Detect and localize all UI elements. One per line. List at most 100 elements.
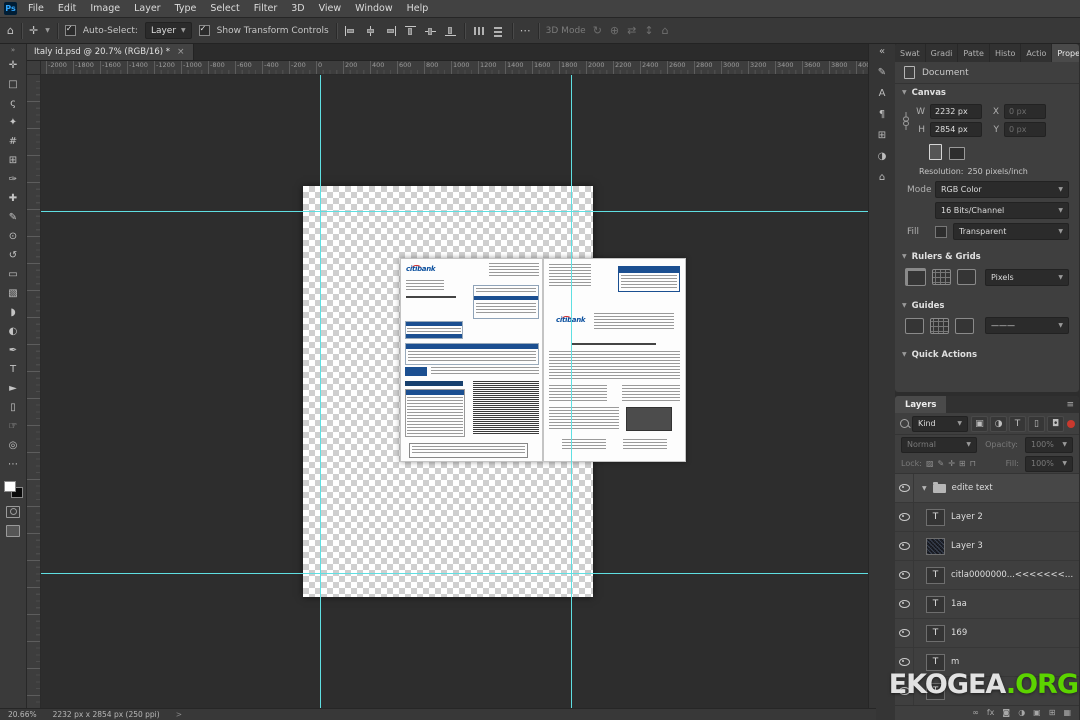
visibility-toggle[interactable]: [895, 532, 914, 560]
tab-layers[interactable]: Layers: [895, 396, 947, 413]
layer-row[interactable]: T Layer 2: [895, 503, 1079, 532]
type-layer-filter-icon[interactable]: T: [1009, 415, 1026, 432]
layer-row[interactable]: T 1aa: [895, 590, 1079, 619]
layer-mask-icon[interactable]: ◙: [1002, 709, 1010, 717]
canvas-section-header[interactable]: ▼ Canvas: [895, 84, 1079, 101]
foreground-color-swatch[interactable]: [3, 481, 16, 492]
character-panel-icon[interactable]: A: [879, 89, 886, 99]
3d-pan-icon[interactable]: ⇄: [627, 25, 636, 36]
group-expand-icon[interactable]: ▼: [922, 485, 927, 492]
horizontal-ruler[interactable]: -2000 -1800 -1600 -1400 -1200 -1000 -800 -600 -4…: [26, 60, 868, 75]
lasso-tool[interactable]: ς: [1, 94, 25, 113]
menu-item[interactable]: View: [312, 3, 349, 14]
glyphs-panel-icon[interactable]: ⊞: [878, 131, 886, 141]
layer-effects-icon[interactable]: fx: [987, 709, 995, 717]
guide-vertical-right[interactable]: [571, 74, 572, 709]
x-field[interactable]: 0 px: [1004, 104, 1046, 119]
move-tool-preset-icon[interactable]: ✛: [29, 25, 38, 36]
lock-pixels-icon[interactable]: ✎: [938, 459, 945, 468]
guide-vertical-left[interactable]: [320, 74, 321, 709]
guide-horizontal-top[interactable]: [40, 211, 868, 212]
gradient-tool[interactable]: ▧: [1, 284, 25, 303]
brushes-panel-icon[interactable]: ✎: [878, 68, 886, 78]
adjustments-panel-icon[interactable]: ◑: [878, 152, 887, 162]
landscape-orientation-icon[interactable]: [949, 147, 965, 160]
filter-kind-select[interactable]: Kind ▼: [912, 415, 968, 432]
zoom-level[interactable]: 20.66%: [8, 710, 37, 719]
brush-tool[interactable]: ✎: [1, 208, 25, 227]
zoom-tool[interactable]: ◎: [1, 436, 25, 455]
hand-tool[interactable]: ☞: [1, 417, 25, 436]
visibility-toggle[interactable]: [895, 474, 914, 502]
menu-item[interactable]: File: [21, 3, 51, 14]
new-group-icon[interactable]: ▣: [1033, 709, 1041, 717]
guides-section-header[interactable]: ▼ Guides: [895, 297, 1079, 314]
eraser-tool[interactable]: ▭: [1, 265, 25, 284]
screen-mode-icon[interactable]: [6, 525, 20, 537]
document-tab[interactable]: Italy id.psd @ 20.7% (RGB/16) * ×: [26, 43, 194, 60]
status-options-chevron-icon[interactable]: >: [176, 710, 182, 719]
dodge-tool[interactable]: ◐: [1, 322, 25, 341]
portrait-orientation-icon[interactable]: [929, 144, 942, 160]
menu-item[interactable]: Layer: [127, 3, 168, 14]
layer-row[interactable]: Layer 3: [895, 532, 1079, 561]
toggle-guides-icon[interactable]: [905, 317, 924, 334]
align-options-more-icon[interactable]: ⋯: [520, 25, 531, 36]
crop-tool[interactable]: #: [1, 132, 25, 151]
adjustment-layer-icon[interactable]: ◑: [1018, 709, 1025, 717]
show-transform-checkbox[interactable]: [198, 24, 210, 36]
new-layer-icon[interactable]: ⊞: [1049, 709, 1056, 717]
visibility-toggle[interactable]: [895, 590, 914, 618]
fill-select[interactable]: 100% ▼: [1025, 455, 1073, 472]
align-top-icon[interactable]: [404, 25, 417, 37]
libraries-panel-icon[interactable]: ⌂: [879, 173, 885, 183]
close-icon[interactable]: ×: [177, 47, 185, 57]
distribute-vertical-icon[interactable]: [492, 25, 505, 37]
paragraph-panel-icon[interactable]: ¶: [879, 110, 885, 120]
menu-item[interactable]: Edit: [51, 3, 83, 14]
menu-item[interactable]: Type: [168, 3, 204, 14]
tab-history[interactable]: Histo: [990, 44, 1022, 62]
tab-properties[interactable]: Properties: [1052, 44, 1079, 62]
height-field[interactable]: 2854 px: [930, 122, 982, 137]
lock-transparency-icon[interactable]: ▨: [926, 459, 934, 468]
canvas-fill-select[interactable]: Transparent ▼: [953, 223, 1069, 240]
link-dimensions-icon[interactable]: [902, 103, 910, 138]
visibility-toggle[interactable]: [895, 503, 914, 531]
panel-menu-icon[interactable]: ≡: [1061, 396, 1079, 413]
toolbar-collapse-icon[interactable]: »: [11, 46, 15, 56]
tool-preset-caret-icon[interactable]: ▼: [45, 27, 50, 34]
toggle-rulers-icon[interactable]: [905, 268, 926, 286]
align-vertical-center-icon[interactable]: [424, 25, 437, 37]
3d-roll-icon[interactable]: ⊕: [610, 25, 619, 36]
clear-guides-icon[interactable]: [955, 317, 974, 334]
eyedropper-tool[interactable]: ✑: [1, 170, 25, 189]
tab-patterns[interactable]: Patte: [958, 44, 990, 62]
menu-item[interactable]: Image: [83, 3, 127, 14]
canvas-viewport[interactable]: citibank: [40, 74, 868, 709]
auto-select-target-select[interactable]: Layer ▼: [144, 22, 192, 39]
bit-depth-select[interactable]: 16 Bits/Channel ▼: [935, 202, 1069, 219]
menu-item[interactable]: Filter: [247, 3, 285, 14]
delete-layer-icon[interactable]: ▦: [1063, 709, 1071, 717]
align-left-icon[interactable]: [344, 25, 357, 37]
adjustment-layer-filter-icon[interactable]: ◑: [990, 415, 1007, 432]
menu-item[interactable]: Select: [203, 3, 246, 14]
y-field[interactable]: 0 px: [1004, 122, 1046, 137]
quick-actions-section-header[interactable]: ▼ Quick Actions: [895, 346, 1079, 363]
blur-tool[interactable]: ◗: [1, 303, 25, 322]
align-bottom-icon[interactable]: [444, 25, 457, 37]
marquee-tool[interactable]: □: [1, 75, 25, 94]
align-horizontal-center-icon[interactable]: [364, 25, 377, 37]
menu-item[interactable]: Window: [348, 3, 399, 14]
distribute-horizontal-icon[interactable]: [472, 25, 485, 37]
visibility-toggle[interactable]: [895, 619, 914, 647]
history-brush-tool[interactable]: ↺: [1, 246, 25, 265]
menu-item[interactable]: Help: [400, 3, 436, 14]
lock-all-icon[interactable]: ⊓: [970, 459, 976, 468]
vertical-ruler[interactable]: [26, 74, 41, 709]
type-tool[interactable]: T: [1, 360, 25, 379]
guide-horizontal-bottom[interactable]: [40, 573, 868, 574]
blend-mode-select[interactable]: Normal ▼: [901, 436, 977, 453]
layer-row[interactable]: T citla0000000...<<<<<<<<0 d: [895, 561, 1079, 590]
